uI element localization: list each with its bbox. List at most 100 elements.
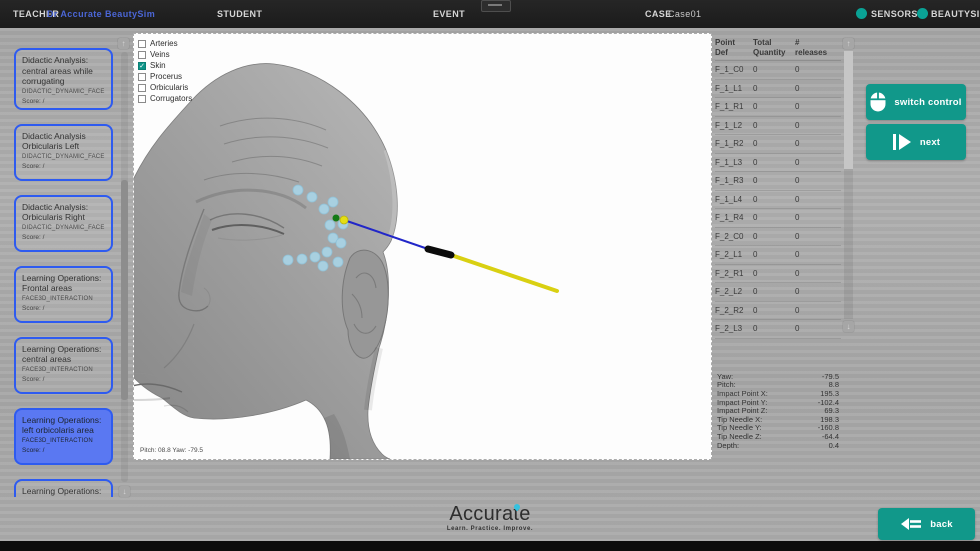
table-scrollbar[interactable] [844, 51, 853, 319]
card-score: Score: / [22, 234, 105, 241]
cell-total-quantity: 0 [753, 232, 795, 241]
checkbox-icon[interactable] [138, 40, 146, 48]
column-header: PointDef [715, 38, 753, 57]
beautysim-status-icon [917, 8, 928, 19]
cell-releases: 0 [795, 269, 841, 278]
next-button[interactable]: next [866, 124, 966, 160]
checkbox-icon[interactable] [138, 51, 146, 59]
card-subtitle: FACE3D_INTERACTION [22, 367, 105, 373]
checkbox-icon[interactable] [138, 84, 146, 92]
cell-releases: 0 [795, 65, 841, 74]
table-scroll-up-icon[interactable]: ↑ [843, 38, 854, 49]
layers-panel: ArteriesVeins✓SkinProcerusOrbicularisCor… [138, 38, 192, 104]
injection-point[interactable] [297, 254, 307, 264]
injection-point[interactable] [328, 197, 338, 207]
injection-point[interactable] [283, 255, 293, 265]
cell-total-quantity: 0 [753, 158, 795, 167]
layer-label: Procerus [150, 72, 182, 81]
injection-point[interactable] [319, 204, 329, 214]
exercise-card[interactable]: Learning Operations: Frontal areasFACE3D… [14, 266, 113, 323]
checkbox-icon[interactable] [138, 95, 146, 103]
sidebar-scroll-down-icon[interactable]: ↓ [119, 486, 130, 497]
exercise-card-list: Didactic Analysis: central areas while c… [14, 48, 113, 497]
table-row: F_2_R200 [715, 302, 841, 321]
injection-point[interactable] [325, 220, 335, 230]
top-bar: TEACHER Dr Accurate BeautySim STUDENT EV… [0, 0, 980, 28]
injection-point[interactable] [322, 247, 332, 257]
target-point-green [333, 215, 340, 222]
stat-row: Impact Point Z:69.3 [717, 406, 839, 415]
viewport-3d[interactable]: ArteriesVeins✓SkinProcerusOrbicularisCor… [133, 33, 712, 460]
cell-total-quantity: 0 [753, 121, 795, 130]
teacher-name-link[interactable]: Dr Accurate BeautySim [47, 9, 155, 19]
cell-total-quantity: 0 [753, 269, 795, 278]
back-button[interactable]: back [878, 508, 975, 540]
cell-point-def: F_1_L1 [715, 84, 753, 93]
card-score: Score: / [22, 376, 105, 383]
card-title: Didactic Analysis: central areas while c… [22, 55, 105, 87]
cell-releases: 0 [795, 176, 841, 185]
cell-total-quantity: 0 [753, 176, 795, 185]
injection-point[interactable] [293, 185, 303, 195]
window-grip-handle[interactable] [481, 0, 511, 12]
card-title: Didactic Analysis Orbicularis Left [22, 131, 105, 152]
sidebar-scrollbar-thumb[interactable] [121, 180, 128, 400]
needle-hub-band [428, 249, 451, 255]
table-row: F_2_L200 [715, 283, 841, 302]
injection-point[interactable] [310, 252, 320, 262]
layer-row: Arteries [138, 38, 192, 49]
column-header: TotalQuantity [753, 38, 795, 57]
injection-point[interactable] [333, 257, 343, 267]
card-score: Score: / [22, 163, 105, 170]
table-row: F_1_R400 [715, 209, 841, 228]
layer-row: Orbicularis [138, 82, 192, 93]
cell-total-quantity: 0 [753, 84, 795, 93]
cell-point-def: F_1_R2 [715, 139, 753, 148]
card-score: Score: / [22, 305, 105, 312]
table-row: F_1_L300 [715, 154, 841, 173]
footer: Accurate Learn. Practice. Improve. [0, 503, 980, 532]
play-next-icon [892, 133, 912, 151]
layer-row: Procerus [138, 71, 192, 82]
beautysim-label: BEAUTYSIM [931, 9, 980, 19]
stat-value: 0.4 [829, 441, 839, 450]
sidebar-scroll-up-icon[interactable]: ↑ [118, 38, 129, 49]
exercise-card[interactable]: Didactic Analysis Orbicularis Left DIDACT… [14, 124, 113, 181]
exercise-card[interactable]: Learning Operations: [14, 479, 113, 498]
exercise-card[interactable]: Learning Operations: left orbicolaris ar… [14, 408, 113, 465]
injection-point[interactable] [307, 192, 317, 202]
layer-row: Veins [138, 49, 192, 60]
exercise-card[interactable]: Learning Operations: central areasFACE3D… [14, 337, 113, 394]
cell-point-def: F_1_L4 [715, 195, 753, 204]
cell-total-quantity: 0 [753, 139, 795, 148]
stat-label: Depth: [717, 441, 739, 450]
switch-control-label: switch control [894, 97, 961, 108]
card-subtitle: DIDACTIC_DYNAMIC_FACE [22, 225, 105, 231]
sidebar-scrollbar[interactable] [121, 52, 128, 482]
injection-point[interactable] [336, 238, 346, 248]
card-subtitle: DIDACTIC_DYNAMIC_FACE [22, 154, 105, 160]
table-row: F_1_R300 [715, 172, 841, 191]
layer-label: Orbicularis [150, 83, 188, 92]
card-title: Learning Operations: Frontal areas [22, 273, 105, 294]
table-scroll-down-icon[interactable]: ↓ [843, 321, 854, 332]
head-model [134, 64, 397, 459]
points-table-header: PointDefTotalQuantity#releases [715, 38, 841, 61]
cell-releases: 0 [795, 324, 841, 333]
cell-total-quantity: 0 [753, 213, 795, 222]
injection-point[interactable] [318, 261, 328, 271]
cell-releases: 0 [795, 121, 841, 130]
cell-total-quantity: 0 [753, 102, 795, 111]
head-3d-canvas[interactable] [134, 34, 711, 459]
cell-releases: 0 [795, 102, 841, 111]
cell-point-def: F_2_L1 [715, 250, 753, 259]
switch-control-button[interactable]: switch control [866, 84, 966, 120]
checkbox-icon[interactable] [138, 73, 146, 81]
exercise-card[interactable]: Didactic Analysis: Orbicularis RightDIDA… [14, 195, 113, 252]
layer-label: Veins [150, 50, 170, 59]
table-row: F_1_C000 [715, 61, 841, 80]
sensors-label: SENSORS [871, 9, 918, 19]
table-scrollbar-thumb[interactable] [844, 51, 853, 169]
checkbox-checked-icon[interactable]: ✓ [138, 62, 146, 70]
exercise-card[interactable]: Didactic Analysis: central areas while c… [14, 48, 113, 110]
